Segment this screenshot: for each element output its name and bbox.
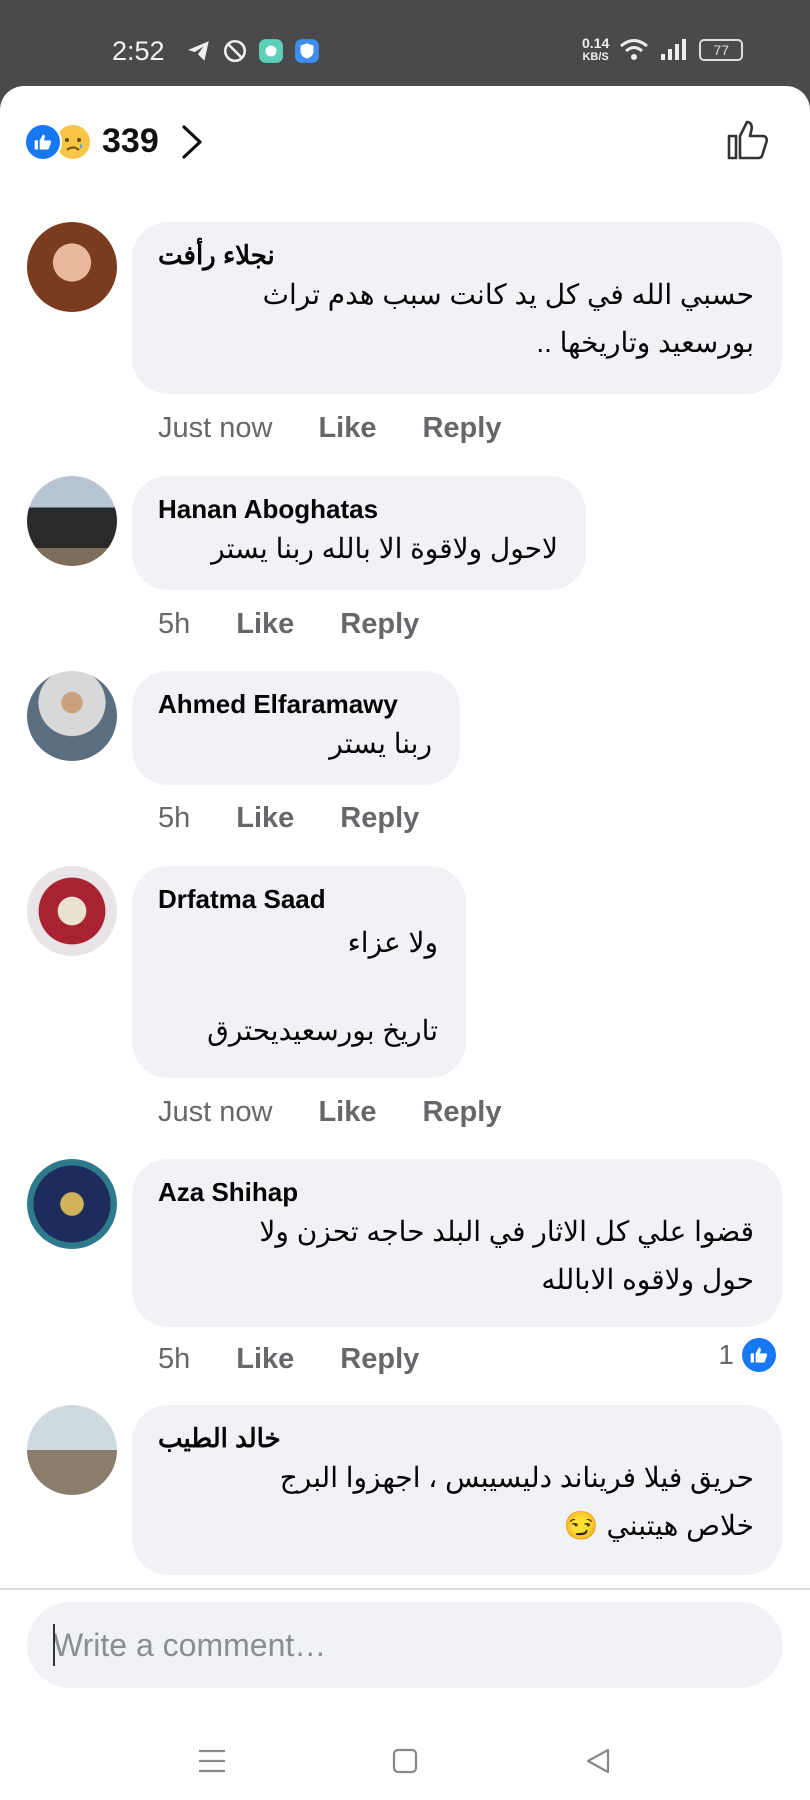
avatar[interactable] [27,222,117,312]
comment-author[interactable]: خالد الطيب [158,1423,754,1454]
comment-actions: 5h Like Reply [158,802,419,835]
avatar[interactable] [27,476,117,566]
comment-actions: 5h Like Reply [158,608,419,641]
like-button[interactable]: Like [318,412,376,445]
shield-app-icon [295,39,319,63]
comment-text: حسبي الله في كل يد كانت سبب هدم تراث بور… [262,279,754,358]
comment-text: ربنا يستر [329,728,432,759]
home-square-icon[interactable] [390,1746,420,1776]
comment-text: قضوا علي كل الاثار في البلد حاجه تحزن ول… [259,1216,754,1295]
comment-time: 5h [158,1343,191,1375]
comment-bubble[interactable]: Aza Shihap قضوا علي كل الاثار في البلد ح… [132,1159,782,1327]
status-bar: 2:52 0.14 KB/S 77 [0,0,810,86]
comment-author[interactable]: Hanan Aboghatas [158,494,558,525]
comment-actions: Just now Like Reply [158,412,501,445]
comment-text: حريق فيلا فريناند دليسيبس ، اجهزوا البرج… [279,1462,754,1541]
like-reaction-icon [24,122,62,161]
comment-actions: 5h Like Reply [158,1343,419,1376]
like-button[interactable]: Like [236,802,294,835]
comment-input[interactable] [27,1625,755,1665]
reactions-summary[interactable]: 339 [24,122,203,161]
reply-button[interactable]: Reply [340,1343,419,1376]
comment-author[interactable]: Drfatma Saad [158,884,438,915]
system-nav-bar [0,1726,810,1800]
reply-button[interactable]: Reply [422,412,501,445]
avatar[interactable] [27,866,117,956]
comment-reaction-count[interactable]: 1 [718,1338,776,1372]
chat-app-icon [259,39,283,63]
comment-author[interactable]: Ahmed Elfaramawy [158,689,432,720]
back-triangle-icon[interactable] [584,1746,614,1776]
text-caret [53,1624,55,1666]
comment-actions: Just now Like Reply [158,1096,501,1129]
comment-author[interactable]: نجلاء رأفت [158,240,754,271]
battery-icon: 77 [699,39,744,61]
like-button[interactable]: Like [236,1343,294,1376]
reply-button[interactable]: Reply [422,1096,501,1129]
comment-text: ولا عزاء تاريخ بورسعيديحترق [207,927,438,1046]
menu-icon[interactable] [196,1746,228,1776]
comment-bubble[interactable]: خالد الطيب حريق فيلا فريناند دليسيبس ، ا… [132,1405,782,1575]
comment-bubble[interactable]: Hanan Aboghatas لاحول ولاقوة الا بالله ر… [132,476,586,590]
comment-reaction-number: 1 [718,1339,734,1370]
blocked-circle-icon [223,39,247,63]
comment-text: لاحول ولاقوة الا بالله ربنا يستر [211,533,558,564]
comment-time: Just now [158,412,273,444]
signal-icon [661,39,687,60]
comment-bubble[interactable]: نجلاء رأفت حسبي الله في كل يد كانت سبب ه… [132,222,782,394]
network-speed: 0.14 KB/S [582,35,610,63]
avatar[interactable] [27,1405,117,1495]
system-status-icons: 0.14 KB/S 77 [582,35,744,64]
comment-time: 5h [158,608,191,640]
like-button[interactable]: Like [236,608,294,641]
like-reaction-icon [742,1338,776,1372]
comment-time: 5h [158,802,191,834]
comment-time: Just now [158,1096,273,1128]
wifi-icon [620,39,649,60]
comments-sheet: 339 نجلاء رأفت حسبي الله في كل يد كانت س… [0,86,810,1800]
comment-bubble[interactable]: Drfatma Saad ولا عزاء تاريخ بورسعيديحترق [132,866,466,1078]
status-time: 2:52 [112,36,165,66]
avatar[interactable] [27,671,117,761]
reply-button[interactable]: Reply [340,802,419,835]
reply-button[interactable]: Reply [340,608,419,641]
comment-composer[interactable] [27,1602,783,1688]
telegram-icon [188,41,209,61]
comment-bubble[interactable]: Ahmed Elfaramawy ربنا يستر [132,671,460,785]
like-button[interactable]: Like [318,1096,376,1129]
like-outline-icon[interactable] [724,116,772,164]
notification-icons [186,38,320,64]
composer-divider [0,1588,810,1590]
chevron-right-icon[interactable] [181,124,203,160]
comment-author[interactable]: Aza Shihap [158,1177,754,1208]
avatar[interactable] [27,1159,117,1249]
reaction-count: 339 [102,122,159,160]
